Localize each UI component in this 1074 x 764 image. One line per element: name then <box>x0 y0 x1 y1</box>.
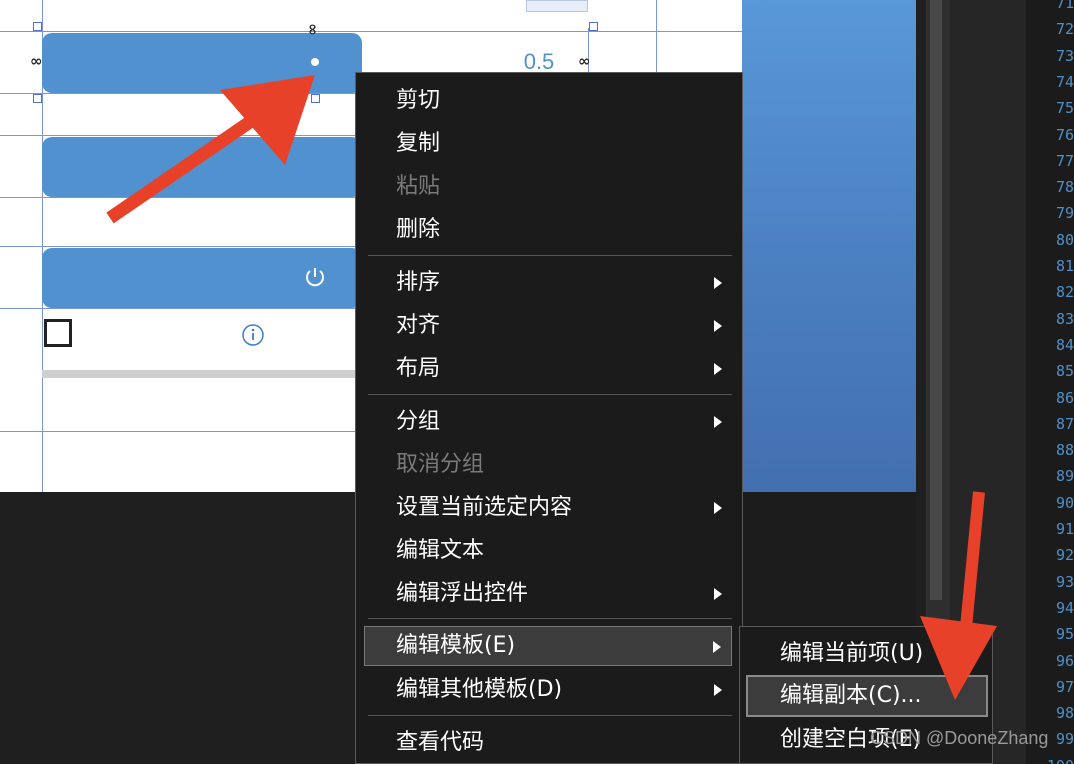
line-number: 80 <box>1055 230 1074 249</box>
watermark: CSDN @DooneZhang <box>870 728 1049 748</box>
menu-item-label: 粘贴 <box>396 174 441 199</box>
menu-item-label: 删除 <box>396 217 441 242</box>
menu-item-label: 设置当前选定内容 <box>396 495 573 520</box>
menu-item-label: 编辑浮出控件 <box>396 581 529 606</box>
context-menu: 剪切 复制 粘贴 删除 排序 对齐 布局 分组 取消分组 设置当前选定内容 编辑… <box>355 72 743 764</box>
thumbnail <box>526 0 588 12</box>
line-number: 90 <box>1055 493 1074 512</box>
menu-item-edit-text[interactable]: 编辑文本 <box>364 531 732 571</box>
grid-line <box>0 31 742 32</box>
menu-item-label: 剪切 <box>396 88 441 113</box>
line-number: 95 <box>1055 625 1074 644</box>
menu-item-cut[interactable]: 剪切 <box>364 81 732 121</box>
line-number: 74 <box>1055 72 1074 91</box>
menu-item-label: 查看代码 <box>396 730 485 755</box>
line-number: 79 <box>1055 204 1074 223</box>
annotation-arrow-icon <box>106 75 315 224</box>
menu-item-ungroup: 取消分组 <box>364 445 732 485</box>
line-number: 100 <box>1026 757 1074 764</box>
menu-item-label: 分组 <box>396 409 441 434</box>
line-number: 72 <box>1055 20 1074 39</box>
line-number: 81 <box>1055 257 1074 275</box>
line-number: 73 <box>1055 46 1074 65</box>
menu-item-label: 编辑模板(E) <box>396 633 516 658</box>
resize-handle[interactable] <box>33 94 42 103</box>
progress-track <box>42 370 362 378</box>
menu-item-label: 编辑其他模板(D) <box>396 677 563 702</box>
menu-item-delete[interactable]: 删除 <box>364 210 732 250</box>
menu-item-view-code[interactable]: 查看代码 <box>364 723 732 763</box>
center-point <box>311 58 319 66</box>
line-number: 91 <box>1055 520 1074 538</box>
power-icon <box>306 268 324 287</box>
link-icon: ∞ <box>578 52 591 70</box>
line-number: 87 <box>1055 414 1074 433</box>
menu-item-edit-other-templates[interactable]: 编辑其他模板(D) <box>364 670 732 710</box>
menu-item-label: 排序 <box>396 270 441 295</box>
menu-item-set-current-selection[interactable]: 设置当前选定内容 <box>364 488 732 528</box>
menu-separator <box>368 394 732 395</box>
menu-item-group[interactable]: 分组 <box>364 402 732 442</box>
menu-separator <box>368 715 732 716</box>
annotation-arrow-icon <box>920 491 997 700</box>
line-number: 82 <box>1055 283 1074 302</box>
menu-item-copy[interactable]: 复制 <box>364 124 732 164</box>
line-number: 84 <box>1055 335 1074 354</box>
menu-item-order[interactable]: 排序 <box>364 263 732 303</box>
menu-item-paste: 粘贴 <box>364 167 732 207</box>
menu-item-label: 复制 <box>396 131 441 156</box>
menu-item-label: 编辑当前项(U) <box>780 641 924 666</box>
menu-separator <box>368 618 732 619</box>
line-number: 76 <box>1055 125 1074 144</box>
menu-item-edit-template[interactable]: 编辑模板(E) <box>364 626 732 666</box>
line-number: 86 <box>1055 388 1074 407</box>
preview-panel <box>742 0 916 492</box>
menu-item-align[interactable]: 对齐 <box>364 306 732 346</box>
line-number: 71 <box>1055 0 1074 12</box>
menu-item-edit-flyout[interactable]: 编辑浮出控件 <box>364 574 732 614</box>
line-number-gutter: 71 72 73 74 75 76 77 78 79 80 81 82 83 84 85 86 87 88 89 90… <box>1026 0 1074 764</box>
menu-item-layout[interactable]: 布局 <box>364 349 732 389</box>
info-icon <box>242 324 264 346</box>
line-number: 98 <box>1055 704 1074 723</box>
menu-item-label: 编辑副本(C)... <box>780 683 922 708</box>
menu-item-label: 对齐 <box>396 313 441 338</box>
line-number: 85 <box>1055 362 1074 381</box>
line-number: 96 <box>1055 651 1074 670</box>
line-number: 93 <box>1055 572 1074 591</box>
line-number: 92 <box>1055 546 1074 565</box>
line-number: 88 <box>1055 441 1074 460</box>
link-icon: ∞ <box>303 23 322 36</box>
menu-item-label: 编辑文本 <box>396 538 485 563</box>
menu-separator <box>368 255 732 256</box>
checkbox[interactable] <box>44 319 72 347</box>
line-number: 78 <box>1055 178 1074 197</box>
line-number: 83 <box>1055 309 1074 328</box>
line-number: 94 <box>1055 598 1074 617</box>
line-number: 89 <box>1055 467 1074 486</box>
menu-item-label: 布局 <box>396 356 441 381</box>
line-number: 77 <box>1055 151 1074 170</box>
line-number: 97 <box>1055 677 1074 696</box>
resize-handle[interactable] <box>33 22 42 31</box>
line-number: 75 <box>1055 99 1074 118</box>
menu-item-label: 取消分组 <box>396 452 485 477</box>
link-icon: ∞ <box>30 52 43 70</box>
resize-handle[interactable] <box>589 22 598 31</box>
